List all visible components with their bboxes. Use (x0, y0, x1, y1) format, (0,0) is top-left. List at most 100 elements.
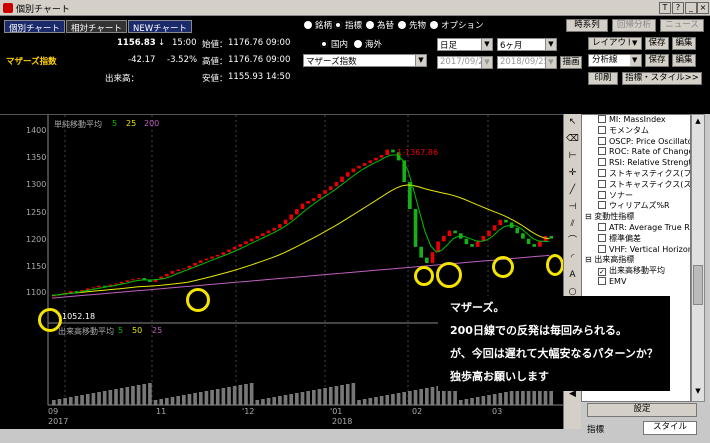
indicator-item[interactable]: ウィリアムズ%R (582, 201, 690, 212)
checkbox[interactable] (598, 244, 606, 253)
volume-bar (498, 393, 503, 405)
vol-ma-title: 出来高移動平均 (58, 327, 114, 336)
print-button[interactable]: 印刷 (588, 72, 618, 85)
tab-relative[interactable]: 相対チャート (66, 20, 127, 34)
text-size-button[interactable]: T (659, 2, 671, 14)
candle (232, 246, 237, 250)
tab-style[interactable]: スタイル (643, 421, 697, 435)
grid (64, 115, 489, 405)
checkbox[interactable] (598, 222, 606, 231)
highlight-circle (436, 262, 462, 288)
save-analysis-button[interactable]: 保存 (645, 54, 669, 67)
radio-fx[interactable]: 為替 (366, 19, 394, 31)
regression-button[interactable]: 回帰分析 (612, 19, 656, 32)
volume-bar (509, 391, 514, 405)
indicator-item[interactable]: ストキャスティクス(スロー) (582, 179, 690, 191)
indicator-item[interactable]: VHF: Vertical Horizontal (582, 244, 690, 256)
indicator-item[interactable]: モメンタム (582, 125, 690, 137)
scroll-thumb[interactable] (693, 265, 703, 305)
candle (379, 155, 384, 158)
checkbox[interactable] (598, 190, 606, 199)
x-tick: 03 (492, 407, 503, 416)
checkbox[interactable] (598, 233, 606, 242)
layout-select[interactable]: レイアウト ▼ (588, 37, 642, 50)
indicator-item[interactable]: RSI: Relative Strength (582, 158, 690, 169)
radio-futures[interactable]: 先物 (398, 19, 426, 31)
candle (261, 233, 265, 236)
indicator-item[interactable]: ⊟ 出来高指標 (582, 255, 690, 266)
checkbox[interactable]: ✓ (598, 268, 606, 277)
minimize-button[interactable]: _ (685, 2, 697, 14)
fib-icon[interactable]: ⊣ (564, 199, 581, 216)
indicator-item[interactable]: 標準偏差 (582, 233, 690, 245)
checkbox[interactable] (598, 158, 606, 167)
news-button[interactable]: ニュース (660, 19, 704, 32)
from-date[interactable]: 2017/09/25 ▼ (437, 56, 493, 69)
draw-button[interactable]: 描画 (560, 56, 582, 69)
collapse-icon[interactable]: ⊟ (585, 212, 594, 221)
scroll-down-icon[interactable]: ▼ (693, 387, 703, 397)
cross-icon[interactable]: ✛ (564, 165, 581, 182)
unit-select[interactable]: 日足 ▼ (437, 38, 493, 51)
text-icon[interactable]: A (564, 267, 581, 284)
checkbox[interactable] (598, 276, 606, 285)
range-select[interactable]: 6ヶ月 ▼ (497, 38, 557, 51)
indicator-item[interactable]: MI: MassIndex (582, 115, 690, 126)
line-icon[interactable]: ╱ (564, 182, 581, 199)
cursor-icon[interactable]: ↖ (564, 114, 581, 131)
setting-button[interactable]: 設定 (587, 403, 697, 417)
checkbox[interactable] (598, 168, 606, 177)
checkbox[interactable] (598, 179, 606, 188)
indicator-item[interactable]: ⊟ 変動性指標 (582, 212, 690, 223)
indicator-item[interactable]: ソナー (582, 190, 690, 202)
checkbox[interactable] (598, 201, 606, 210)
save-layout-button[interactable]: 保存 (645, 37, 669, 50)
candle (221, 252, 226, 255)
radio-option[interactable]: オプション (430, 19, 484, 31)
indicator-item[interactable]: ATR: Average True Range (582, 222, 690, 234)
volume-bar (63, 398, 67, 405)
tab-individual[interactable]: 個別チャート (4, 20, 65, 34)
eraser-icon[interactable]: ⌫ (564, 131, 581, 148)
indicator-scrollbar[interactable]: ▲ ▼ (691, 114, 705, 402)
candle (119, 281, 124, 284)
analysis-select[interactable]: 分析線 ▼ (588, 54, 642, 67)
channel-icon[interactable]: ⫽ (564, 216, 581, 233)
indicator-item[interactable]: OSCP: Price Oscillator (582, 136, 690, 148)
style-button[interactable]: 指標・スタイル>> (622, 72, 702, 85)
arc-icon[interactable]: ◜ (564, 250, 581, 267)
tab-indicator[interactable]: 指標 (587, 423, 604, 435)
radio-stock[interactable]: 銘柄 (304, 19, 332, 31)
indicator-item[interactable]: ✓ 出来高移動平均 (582, 266, 690, 277)
to-date[interactable]: 2018/09/25 ▼ (497, 56, 557, 69)
hline-icon[interactable]: ⊢ (564, 148, 581, 165)
collapse-icon[interactable]: ⊟ (585, 255, 594, 264)
chart-window: 個別チャート ? _ × T 個別チャート 相対チャート NEWチャート 115… (0, 0, 710, 443)
checkbox[interactable] (598, 147, 606, 156)
checkbox[interactable] (598, 136, 606, 145)
tab-new[interactable]: NEWチャート (128, 20, 193, 34)
checkbox[interactable] (598, 115, 606, 123)
checkbox[interactable] (598, 125, 606, 134)
volume-bar (165, 398, 169, 405)
edit-analysis-button[interactable]: 編集 (672, 54, 696, 67)
candle (464, 238, 469, 245)
indicator-item[interactable]: EMV (582, 276, 690, 288)
indicator-item[interactable]: ストキャスティクス(ファスト) (582, 168, 690, 180)
edit-layout-button[interactable]: 編集 (672, 37, 696, 50)
candle (532, 244, 537, 247)
indicator-item[interactable]: ROC: Rate of Change (582, 147, 690, 158)
fan-icon[interactable]: ⌒ (564, 233, 581, 250)
scroll-up-icon[interactable]: ▲ (693, 117, 703, 127)
annotation-line: が、今回は遅れて大幅安なるパターンか？ (450, 347, 658, 360)
radio-dot (304, 21, 312, 29)
radio-domestic[interactable]: 国内 (320, 38, 348, 50)
help-button[interactable]: ? (672, 2, 684, 14)
timeseries-button[interactable]: 時系列 (566, 19, 608, 32)
close-button[interactable]: × (697, 2, 709, 14)
radio-index[interactable]: 指標 (334, 19, 362, 31)
index-select[interactable]: マザーズ指数 ▼ (303, 54, 427, 67)
radio-dot (430, 21, 438, 29)
low-value: 1155.93 14:50 (228, 72, 291, 82)
radio-overseas[interactable]: 海外 (354, 38, 382, 50)
